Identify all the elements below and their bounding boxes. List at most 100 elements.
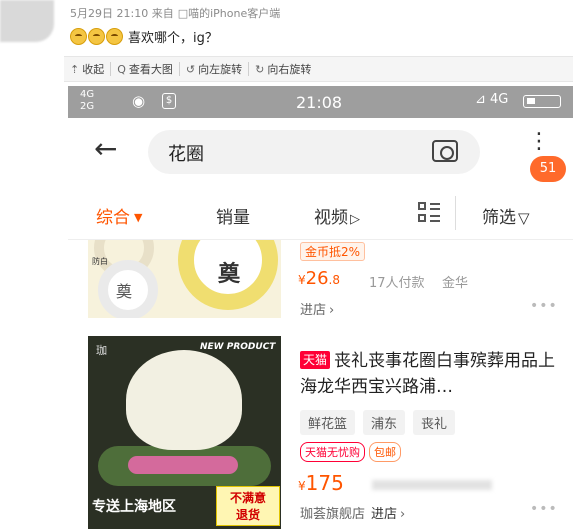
search-icon: Q	[117, 62, 126, 76]
image-label: 防白	[92, 257, 108, 266]
network-indicator: 4G 2G	[80, 89, 94, 113]
product-image[interactable]: 奠 奠 防白	[88, 240, 281, 318]
search-input[interactable]: 花圈	[148, 130, 480, 174]
seller-location: 金华	[442, 276, 469, 291]
image-caption: 专送上海地区	[92, 499, 176, 515]
list-grid-toggle-icon[interactable]	[418, 202, 440, 224]
rotate-right-button[interactable]: ↻ 向右旋转	[249, 62, 317, 77]
currency-symbol: ¥	[298, 273, 306, 287]
tmall-worry-free-tag: 天猫无忧购	[300, 442, 365, 462]
enter-store-label: 进店	[300, 303, 327, 318]
play-icon: ▷	[350, 212, 360, 227]
product-title[interactable]: 天猫 丧礼丧事花圈白事殡葬用品上海龙华西宝兴路浦…	[300, 348, 562, 400]
product-price: ¥26.8	[298, 268, 340, 289]
smile-emoji-icon	[70, 28, 87, 45]
product-price: ¥175	[298, 471, 344, 495]
wreath-graphic: 奠	[98, 260, 158, 318]
avatar[interactable]	[0, 0, 54, 42]
keyword-chip[interactable]: 鲜花篮	[300, 410, 356, 435]
phone-screenshot: 4G 2G ◉ $ 21:08 ⊿ 4G ← 花圈 ⋮ 51 综合 ▼ 销量 视频…	[68, 86, 573, 529]
refund-line-2: 退货	[235, 508, 260, 522]
view-large-label: 查看大图	[128, 63, 173, 76]
notification-s-icon: $	[162, 93, 176, 109]
smile-emoji-icon	[106, 28, 123, 45]
product-card[interactable]: NEW PRODUCT 珈 专送上海地区 不满意 退货 天猫 丧礼丧事花圈白事殡葬…	[68, 333, 573, 529]
rotate-right-label: 向右旋转	[267, 63, 312, 76]
store-link[interactable]: 珈荟旗舰店 进店 ›	[300, 503, 405, 522]
price-main: 26	[305, 268, 329, 289]
wreath-text: 奠	[116, 282, 133, 301]
view-large-button[interactable]: Q 查看大图	[111, 62, 180, 76]
filter-funnel-icon: ▽	[518, 209, 530, 227]
battery-icon	[523, 95, 561, 108]
product-title-text: 丧礼丧事花圈白事殡葬用品上海龙华西宝兴路浦…	[300, 351, 556, 397]
weibo-icon: ◉	[132, 92, 146, 110]
wreath-text: 奠	[218, 262, 241, 287]
pink-lily-graphic	[128, 456, 238, 474]
rotate-left-label: 向左旋转	[198, 63, 243, 76]
more-menu-icon[interactable]: ⋮	[528, 131, 550, 153]
sort-tabs: 综合 ▼ 销量 视频 ▷ 筛选 ▽	[68, 188, 573, 240]
product-card[interactable]: 奠 奠 防白 金币抵2% ¥26.8 17人付款 金华 进店 › •••	[68, 240, 573, 318]
price-decimal: .8	[328, 273, 340, 287]
heart-wreath-graphic	[126, 350, 242, 450]
keyword-chip[interactable]: 丧礼	[413, 410, 456, 435]
tab-comprehensive[interactable]: 综合 ▼	[96, 203, 142, 228]
keyword-chip[interactable]: 浦东	[363, 410, 406, 435]
camera-icon[interactable]	[432, 140, 458, 162]
tab-video-label: 视频	[314, 208, 348, 228]
notification-badge: 51	[530, 156, 566, 182]
search-bar: ← 花圈 ⋮ 51	[68, 118, 573, 188]
currency-symbol: ¥	[298, 479, 306, 493]
more-options-icon[interactable]: •••	[530, 501, 558, 517]
tmall-badge: 天猫	[300, 351, 331, 369]
tab-comprehensive-label: 综合	[96, 208, 130, 228]
post-client[interactable]: □喵的iPhone客户端	[178, 5, 281, 21]
search-query: 花圈	[168, 144, 204, 165]
more-options-icon[interactable]: •••	[530, 298, 558, 314]
new-product-label: NEW PRODUCT	[200, 342, 276, 352]
chevron-right-icon: ›	[400, 507, 406, 522]
post-content: 喜欢哪个，ig？	[70, 27, 218, 46]
tab-filter[interactable]: 筛选 ▽	[482, 203, 530, 228]
wreath-graphic: 奠	[178, 240, 278, 310]
network-top: 4G	[80, 89, 95, 100]
chevron-right-icon: ›	[329, 303, 335, 318]
service-tags: 天猫无忧购 包邮	[300, 442, 401, 462]
collapse-button[interactable]: ⇡ 收起	[64, 62, 112, 76]
back-arrow-icon[interactable]: ←	[94, 132, 117, 165]
price-main: 175	[305, 471, 344, 495]
tab-video[interactable]: 视频 ▷	[314, 203, 360, 228]
tab-filter-label: 筛选	[482, 208, 516, 228]
network-bottom: 2G	[80, 101, 95, 112]
image-watermark: 珈	[96, 344, 107, 357]
smile-emoji-icon	[88, 28, 105, 45]
image-toolbar: ⇡ 收起 Q 查看大图 ↺ 向左旋转 ↻ 向右旋转	[64, 56, 573, 82]
coin-discount-tag: 金币抵2%	[300, 242, 366, 261]
enter-store-label: 进店	[371, 507, 398, 522]
store-name: 珈荟旗舰店	[300, 507, 366, 522]
post-date: 5月29日 21:10 来自	[70, 7, 174, 20]
rotate-right-icon: ↻	[255, 62, 265, 76]
post-text: 喜欢哪个，ig？	[128, 31, 218, 46]
tab-divider	[455, 196, 456, 230]
enter-store-link[interactable]: 进店 ›	[300, 299, 334, 318]
blurred-text	[372, 480, 492, 490]
product-image[interactable]: NEW PRODUCT 珈 专送上海地区 不满意 退货	[88, 336, 281, 529]
collapse-icon: ⇡	[70, 62, 80, 76]
refund-line-1: 不满意	[229, 491, 266, 505]
post-meta: 5月29日 21:10 来自 □喵的iPhone客户端	[70, 5, 280, 21]
weibo-post-page: 5月29日 21:10 来自 □喵的iPhone客户端 喜欢哪个，ig？ ⇡ 收…	[0, 0, 573, 529]
status-time: 21:08	[296, 93, 343, 112]
buyer-count: 17人付款	[369, 276, 425, 291]
caret-down-icon: ▼	[134, 211, 143, 224]
rotate-left-icon: ↺	[185, 62, 196, 76]
free-shipping-tag: 包邮	[369, 442, 401, 462]
collapse-label: 收起	[82, 63, 105, 76]
keyword-chips: 鲜花篮 浦东 丧礼	[300, 410, 456, 435]
refund-badge: 不满意 退货	[216, 486, 280, 526]
tab-sales[interactable]: 销量	[216, 203, 250, 228]
signal-icon: ⊿ 4G	[475, 92, 509, 107]
rotate-left-button[interactable]: ↺ 向左旋转	[180, 62, 250, 76]
status-bar: 4G 2G ◉ $ 21:08 ⊿ 4G	[68, 86, 573, 118]
